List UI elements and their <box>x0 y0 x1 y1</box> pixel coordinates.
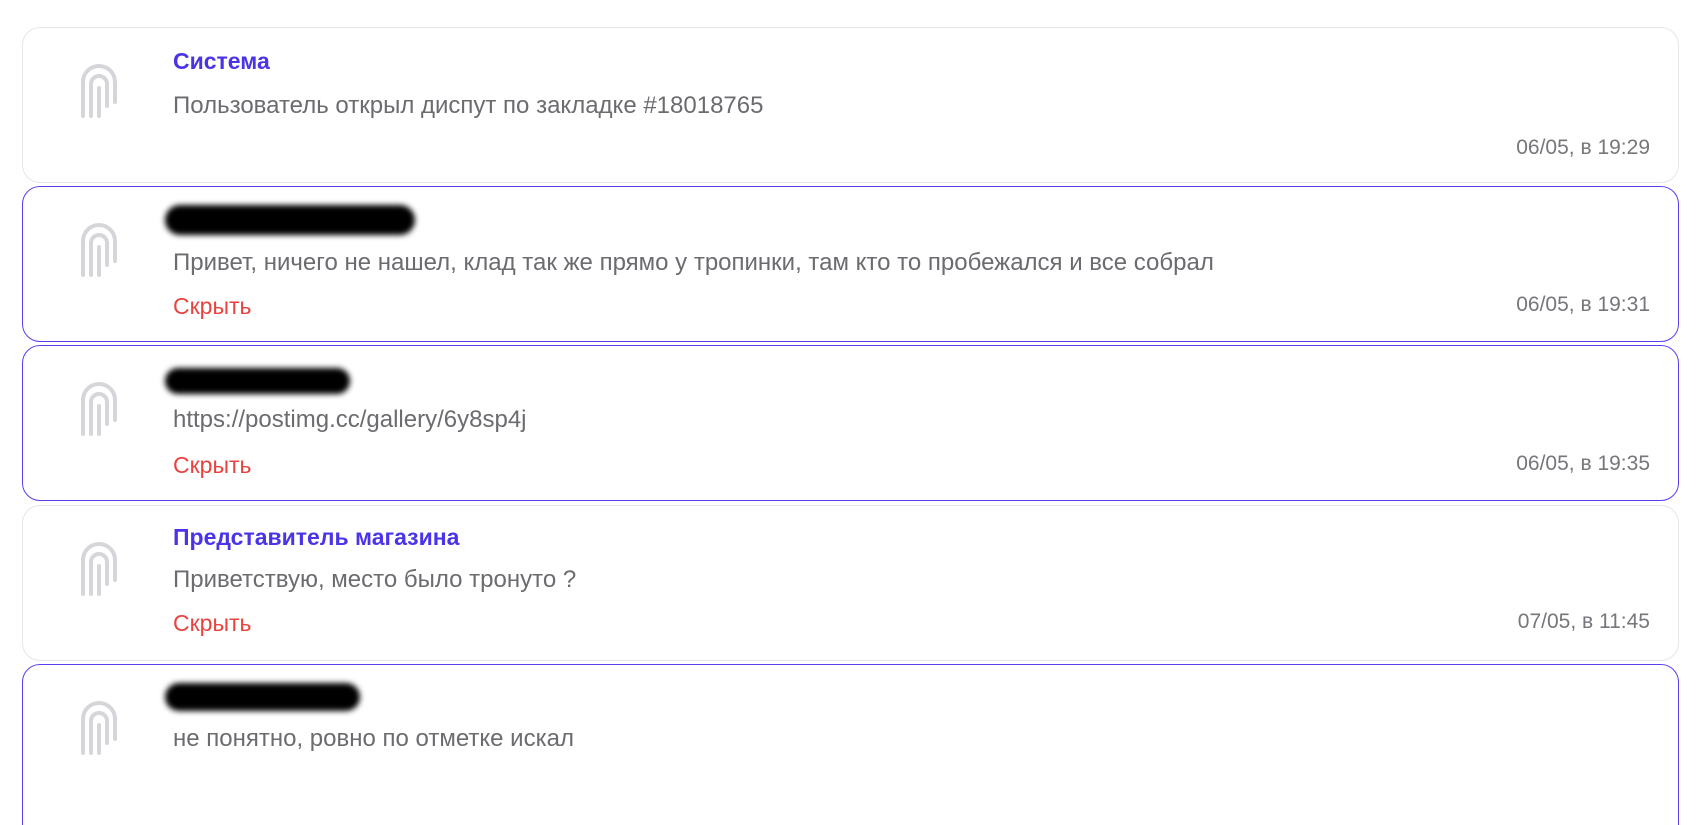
hide-message-link[interactable]: Скрыть <box>173 452 252 479</box>
message-timestamp: 06/05, в 19:29 <box>1516 136 1650 159</box>
message-timestamp: 06/05, в 19:35 <box>1516 452 1650 475</box>
message-text: Пользователь открыл диспут по закладке #… <box>173 92 764 119</box>
message-timestamp: 07/05, в 11:45 <box>1517 610 1650 633</box>
message-card: не понятно, ровно по отметке искал <box>22 664 1679 825</box>
hide-message-link[interactable]: Скрыть <box>173 610 252 637</box>
message-card: Привет, ничего не нашел, клад так же пря… <box>22 186 1679 342</box>
redacted-author-name <box>165 368 350 394</box>
redacted-author-name <box>165 205 415 235</box>
shop-logo-icon <box>81 542 117 596</box>
message-card: Система Пользователь открыл диспут по за… <box>22 27 1679 183</box>
user-logo-icon <box>81 701 117 755</box>
user-logo-icon <box>81 382 117 436</box>
message-feed: Система Пользователь открыл диспут по за… <box>0 0 1701 825</box>
hide-message-link[interactable]: Скрыть <box>173 293 252 320</box>
message-text: не понятно, ровно по отметке искал <box>173 725 574 752</box>
message-author: Представитель магазина <box>173 524 460 550</box>
message-text: https://postimg.cc/gallery/6y8sp4j <box>173 406 527 433</box>
user-logo-icon <box>81 223 117 277</box>
message-text: Привет, ничего не нашел, клад так же пря… <box>173 249 1214 276</box>
message-card: https://postimg.cc/gallery/6y8sp4j Скрыт… <box>22 345 1679 501</box>
message-timestamp: 06/05, в 19:31 <box>1516 293 1650 316</box>
message-card: Представитель магазина Приветствую, мест… <box>22 505 1679 661</box>
message-text: Приветствую, место было тронуто ? <box>173 566 577 593</box>
message-author: Система <box>173 48 270 74</box>
redacted-author-name <box>165 683 360 711</box>
system-logo-icon <box>81 64 117 118</box>
